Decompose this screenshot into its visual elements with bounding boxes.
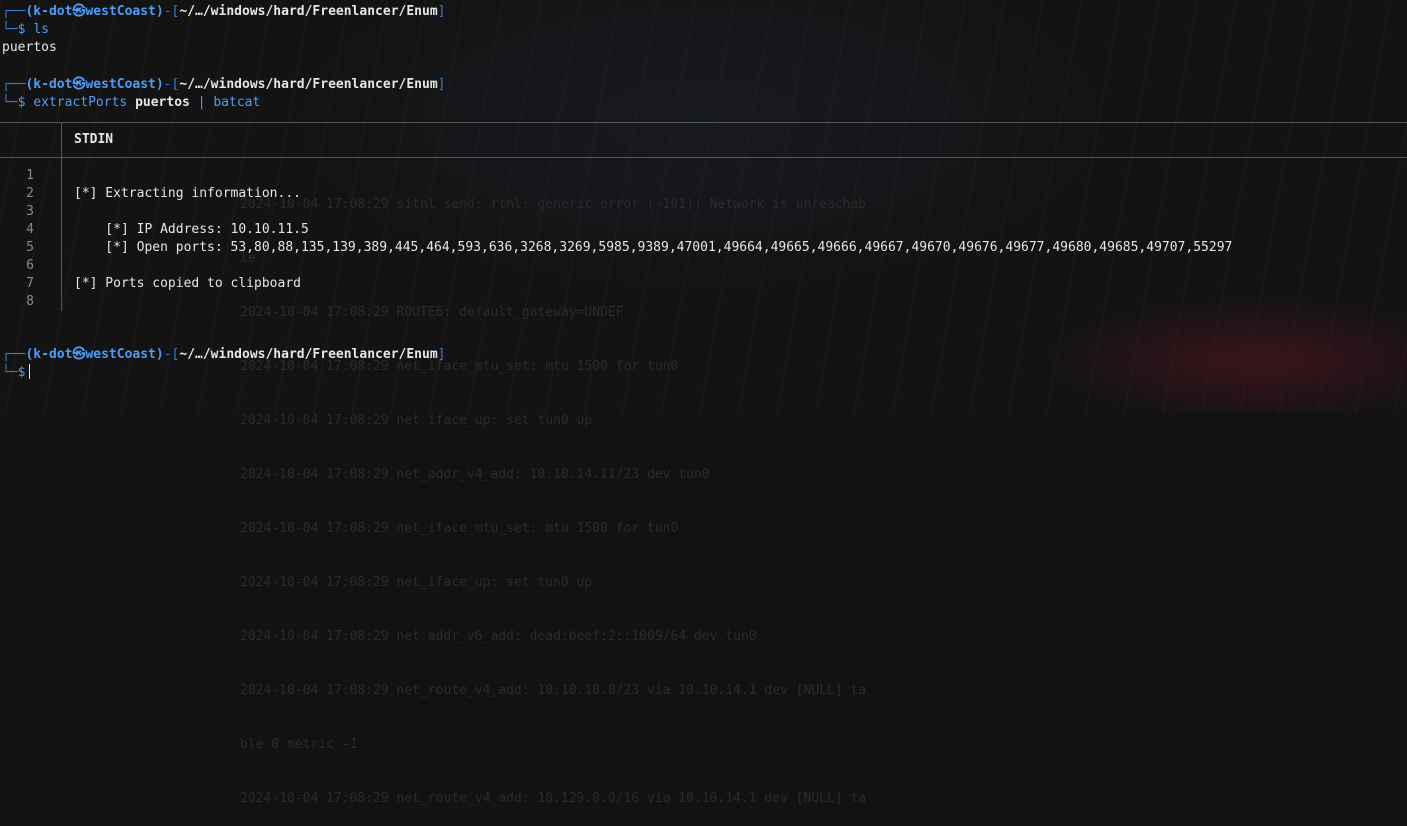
line-number: 3	[26, 204, 34, 219]
command-extractports: extractPorts	[33, 95, 128, 110]
prompt-path: ~/…/windows/hard/Freenlancer/Enum	[179, 4, 438, 19]
line-number: 5	[26, 240, 34, 255]
background-log-line: ble 0 metric -1	[240, 737, 358, 752]
prompt-user-host: (k-dot㉿westCoast)	[25, 4, 164, 19]
dollar-sign: $	[17, 95, 34, 110]
prompt-frame: ┌──	[2, 4, 26, 19]
line-number: 8	[26, 294, 34, 309]
command-pipe-batcat: | batcat	[197, 95, 261, 110]
background-log-line: 2024-10-04 17:08:29 net_addr_v6_add: dea…	[240, 629, 757, 644]
file-line: [*] IP Address: 10.10.11.5	[74, 222, 309, 237]
background-log-line: 2024-10-04 17:08:29 net_iface_up: set tu…	[240, 413, 593, 428]
prompt-frame: ┌──	[2, 347, 26, 362]
prompt-user-host: (k-dot㉿westCoast)	[25, 347, 164, 362]
prompt-symbol: └─	[2, 22, 18, 37]
background-log-line: 2024-10-04 17:08:29 net_route_v4_add: 10…	[240, 683, 867, 698]
prompt-line: ┌──(k-dot㉿westCoast)-[~/…/windows/hard/F…	[2, 3, 445, 21]
line-number: 7	[26, 276, 34, 291]
line-number: 1	[26, 168, 34, 183]
prompt-frame: ┌──	[2, 77, 26, 92]
command-line: └─$ ls	[2, 21, 49, 39]
batcat-header-separator	[61, 122, 62, 157]
prompt-bracket: -[	[163, 347, 180, 362]
command-ls: ls	[33, 22, 49, 37]
dollar-sign: $	[17, 365, 26, 380]
ls-output: puertos	[2, 40, 57, 55]
prompt-symbol: └─	[2, 365, 18, 380]
prompt-bracket: -[	[163, 77, 180, 92]
prompt-path: ~/…/windows/hard/Freenlancer/Enum	[179, 347, 438, 362]
batcat-gutter-separator	[61, 157, 62, 311]
prompt-path: ~/…/windows/hard/Freenlancer/Enum	[179, 77, 438, 92]
line-number: 4	[26, 222, 34, 237]
command-argument: puertos	[135, 95, 190, 110]
file-line: [*] Extracting information...	[74, 186, 301, 201]
batcat-header-border	[0, 157, 1407, 158]
prompt-bracket: ]	[437, 347, 446, 362]
command-line[interactable]: └─$	[2, 364, 31, 382]
terminal-window[interactable]: ┌──(k-dot㉿westCoast)-[~/…/windows/hard/F…	[0, 0, 1407, 414]
text-cursor[interactable]	[29, 364, 31, 379]
prompt-bracket: -[	[163, 4, 180, 19]
file-line: [*] Ports copied to clipboard	[74, 276, 301, 291]
background-log-line: 2024-10-04 17:08:29 net_route_v4_add: 10…	[240, 791, 867, 806]
prompt-symbol: └─	[2, 95, 18, 110]
dollar-sign: $	[17, 22, 34, 37]
background-log-line: 2024-10-04 17:08:29 net_iface_mtu_set: m…	[240, 521, 679, 536]
prompt-user-host: (k-dot㉿westCoast)	[25, 77, 164, 92]
background-log-line: 2024-10-04 17:08:29 net_iface_up: set tu…	[240, 575, 593, 590]
prompt-bracket: ]	[437, 77, 446, 92]
prompt-line: ┌──(k-dot㉿westCoast)-[~/…/windows/hard/F…	[2, 346, 445, 364]
prompt-line: ┌──(k-dot㉿westCoast)-[~/…/windows/hard/F…	[2, 76, 445, 94]
line-number: 2	[26, 186, 34, 201]
file-line: [*] Open ports: 53,80,88,135,139,389,445…	[74, 240, 1233, 255]
command-line: └─$ extractPorts puertos | batcat	[2, 94, 260, 112]
line-number: 6	[26, 258, 34, 273]
background-log-line: 2024-10-04 17:08:29 net_addr_v4_add: 10.…	[240, 467, 710, 482]
prompt-bracket: ]	[437, 4, 446, 19]
batcat-header-label: STDIN	[74, 132, 114, 147]
batcat-top-border	[0, 122, 1407, 123]
